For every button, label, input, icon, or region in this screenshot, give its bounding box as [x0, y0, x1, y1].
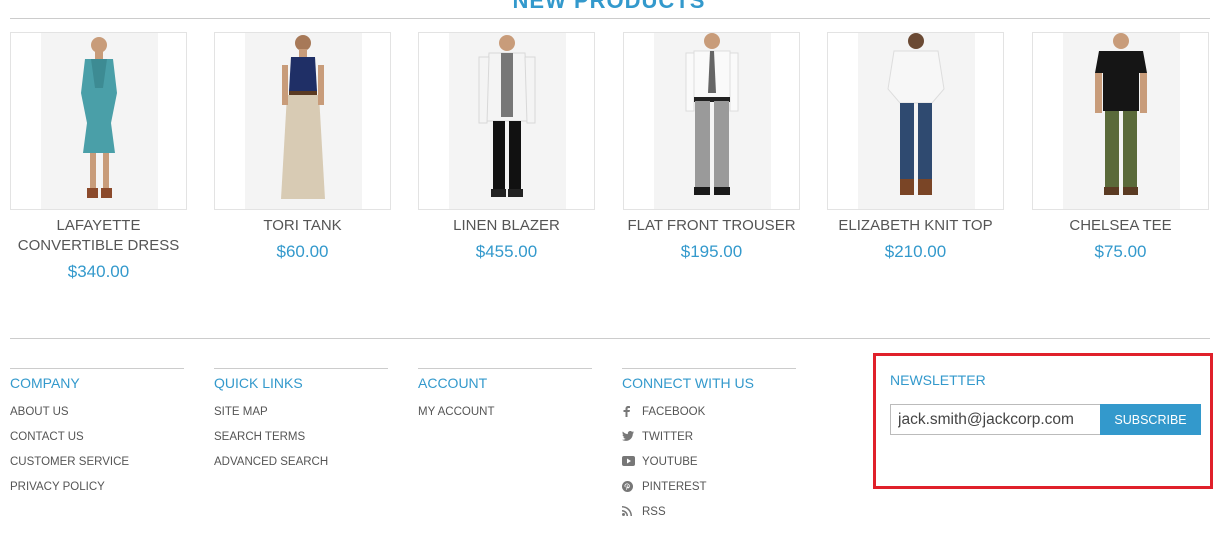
product-grid: LAFAYETTE CONVERTIBLE DRESS $340.00 TORI…	[10, 32, 1210, 292]
footer-link-about-us[interactable]: ABOUT US	[10, 406, 184, 431]
footer-heading: CONNECT WITH US	[622, 375, 754, 391]
footer-link-my-account[interactable]: MY ACCOUNT	[418, 406, 592, 431]
product-price: $340.00	[67, 262, 130, 281]
product-image[interactable]	[10, 32, 187, 210]
rss-icon	[622, 506, 642, 519]
facebook-icon	[622, 406, 642, 420]
twitter-icon	[622, 431, 642, 444]
product-name[interactable]: ELIZABETH KNIT TOP	[827, 216, 1004, 236]
subscribe-button[interactable]: SUBSCRIBE	[1100, 404, 1201, 435]
product-price: $195.00	[680, 242, 743, 261]
footer-heading: QUICK LINKS	[214, 375, 303, 391]
footer-link-label: PINTEREST	[642, 481, 707, 493]
product-image[interactable]	[418, 32, 595, 210]
newsletter-email-field[interactable]	[890, 404, 1102, 435]
footer-link-label: TWITTER	[642, 431, 694, 443]
product-name[interactable]: TORI TANK	[214, 216, 391, 236]
product-image[interactable]	[1032, 32, 1209, 210]
product-card[interactable]: TORI TANK $60.00	[214, 32, 391, 262]
footer-link-search-terms[interactable]: SEARCH TERMS	[214, 431, 388, 456]
youtube-icon	[622, 456, 642, 469]
footer-link-contact-us[interactable]: CONTACT US	[10, 431, 184, 456]
product-card[interactable]: LINEN BLAZER $455.00	[418, 32, 595, 262]
section-title: NEW PRODUCTS	[512, 0, 706, 13]
footer-link-label: RSS	[642, 506, 666, 518]
footer-link-twitter[interactable]: TWITTER	[622, 431, 796, 456]
product-name[interactable]: LINEN BLAZER	[418, 216, 595, 236]
product-image[interactable]	[623, 32, 800, 210]
footer-link-site-map[interactable]: SITE MAP	[214, 406, 388, 431]
product-card[interactable]: CHELSEA TEE $75.00	[1032, 32, 1209, 262]
footer-link-youtube[interactable]: YOUTUBE	[622, 456, 796, 481]
footer-link-pinterest[interactable]: PINTEREST	[622, 481, 796, 506]
product-card[interactable]: LAFAYETTE CONVERTIBLE DRESS $340.00	[10, 32, 187, 282]
footer-connect: CONNECT WITH US FACEBOOK TWITTER YOUTUBE…	[622, 368, 796, 531]
footer-heading: ACCOUNT	[418, 375, 488, 391]
footer-heading: COMPANY	[10, 375, 80, 391]
product-price: $210.00	[884, 242, 947, 261]
footer-link-label: YOUTUBE	[642, 456, 698, 468]
newsletter-panel: NEWSLETTER SUBSCRIBE	[873, 353, 1213, 489]
footer-divider	[10, 338, 1210, 339]
pinterest-icon	[622, 481, 642, 495]
footer-account: ACCOUNT MY ACCOUNT	[418, 368, 592, 431]
newsletter-heading: NEWSLETTER	[890, 372, 986, 388]
product-image[interactable]	[214, 32, 391, 210]
product-price: $60.00	[276, 242, 329, 261]
product-name[interactable]: FLAT FRONT TROUSER	[623, 216, 800, 236]
footer-link-rss[interactable]: RSS	[622, 506, 796, 531]
footer-company: COMPANY ABOUT US CONTACT US CUSTOMER SER…	[10, 368, 184, 506]
product-price: $75.00	[1094, 242, 1147, 261]
product-card[interactable]: FLAT FRONT TROUSER $195.00	[623, 32, 800, 262]
footer-link-customer-service[interactable]: CUSTOMER SERVICE	[10, 456, 184, 481]
footer-link-privacy-policy[interactable]: PRIVACY POLICY	[10, 481, 184, 506]
product-name[interactable]: CHELSEA TEE	[1032, 216, 1209, 236]
footer-link-facebook[interactable]: FACEBOOK	[622, 406, 796, 431]
footer-link-label: FACEBOOK	[642, 406, 706, 418]
product-price: $455.00	[475, 242, 538, 261]
footer-quick-links: QUICK LINKS SITE MAP SEARCH TERMS ADVANC…	[214, 368, 388, 481]
product-card[interactable]: ELIZABETH KNIT TOP $210.00	[827, 32, 1004, 262]
product-name[interactable]: LAFAYETTE CONVERTIBLE DRESS	[10, 216, 187, 256]
product-image[interactable]	[827, 32, 1004, 210]
section-divider	[10, 18, 1210, 19]
footer-link-advanced-search[interactable]: ADVANCED SEARCH	[214, 456, 388, 481]
